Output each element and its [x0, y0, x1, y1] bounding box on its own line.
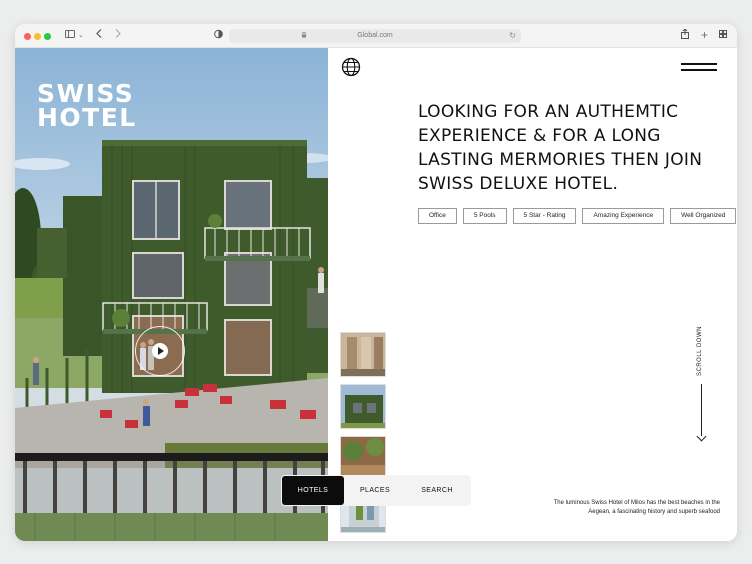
url-text: Global.com — [357, 32, 393, 39]
sidebar-icon[interactable] — [65, 29, 75, 43]
scroll-down-label[interactable]: SCROLL DOWN — [695, 326, 703, 378]
chevron-down-icon[interactable]: ⌄ — [78, 29, 84, 43]
tag-organized[interactable]: Well Organized — [670, 208, 737, 224]
hotel-title: SWISS HOTEL — [37, 81, 237, 132]
hotel-description: The luminous Swiss Hotel of Milos has th… — [553, 500, 720, 515]
globe-icon[interactable] — [341, 57, 361, 77]
minimize-window-button[interactable] — [34, 33, 41, 40]
forward-icon[interactable] — [115, 29, 121, 43]
share-icon[interactable] — [681, 28, 689, 44]
close-window-button[interactable] — [24, 33, 31, 40]
tab-overview-icon[interactable] — [719, 29, 727, 43]
hotel-title-line2: HOTEL — [37, 103, 137, 132]
play-icon[interactable] — [152, 343, 168, 359]
browser-toolbar: ⌄ Global.com ↻ + — [15, 24, 737, 48]
tag-office[interactable]: Office — [418, 208, 457, 224]
browser-window: ⌄ Global.com ↻ + SWISS HOTEL LOOKING FOR… — [15, 24, 737, 541]
hotel-photo: SWISS HOTEL — [15, 48, 328, 541]
back-icon[interactable] — [96, 29, 102, 43]
new-tab-icon[interactable]: + — [701, 29, 708, 42]
nav-search-button[interactable]: SEARCH — [406, 476, 468, 505]
amenity-tags: Office 5 Pools 5 Star - Rating Amazing E… — [418, 208, 737, 224]
maximize-window-button[interactable] — [44, 33, 51, 40]
reload-icon[interactable]: ↻ — [509, 29, 516, 43]
bottom-nav: HOTELS PLACES SEARCH — [281, 475, 471, 506]
scroll-down-text: SCROLL DOWN — [697, 326, 703, 376]
shield-icon — [214, 29, 223, 44]
menu-icon[interactable] — [681, 63, 717, 73]
address-bar[interactable]: Global.com ↻ — [229, 29, 521, 43]
tag-pools[interactable]: 5 Pools — [462, 208, 507, 224]
tag-rating[interactable]: 5 Star - Rating — [512, 208, 577, 224]
thumbnail-strip — [340, 332, 387, 540]
tag-experience[interactable]: Amazing Experience — [582, 208, 665, 224]
thumbnail[interactable] — [340, 332, 386, 377]
arrow-down-icon[interactable] — [696, 384, 707, 442]
nav-hotels-button[interactable]: HOTELS — [282, 476, 344, 505]
thumbnail[interactable] — [340, 384, 386, 429]
nav-places-button[interactable]: PLACES — [344, 476, 406, 505]
headline: LOOKING FOR AN AUTHEMTIC EXPERIENCE & FO… — [418, 102, 703, 194]
